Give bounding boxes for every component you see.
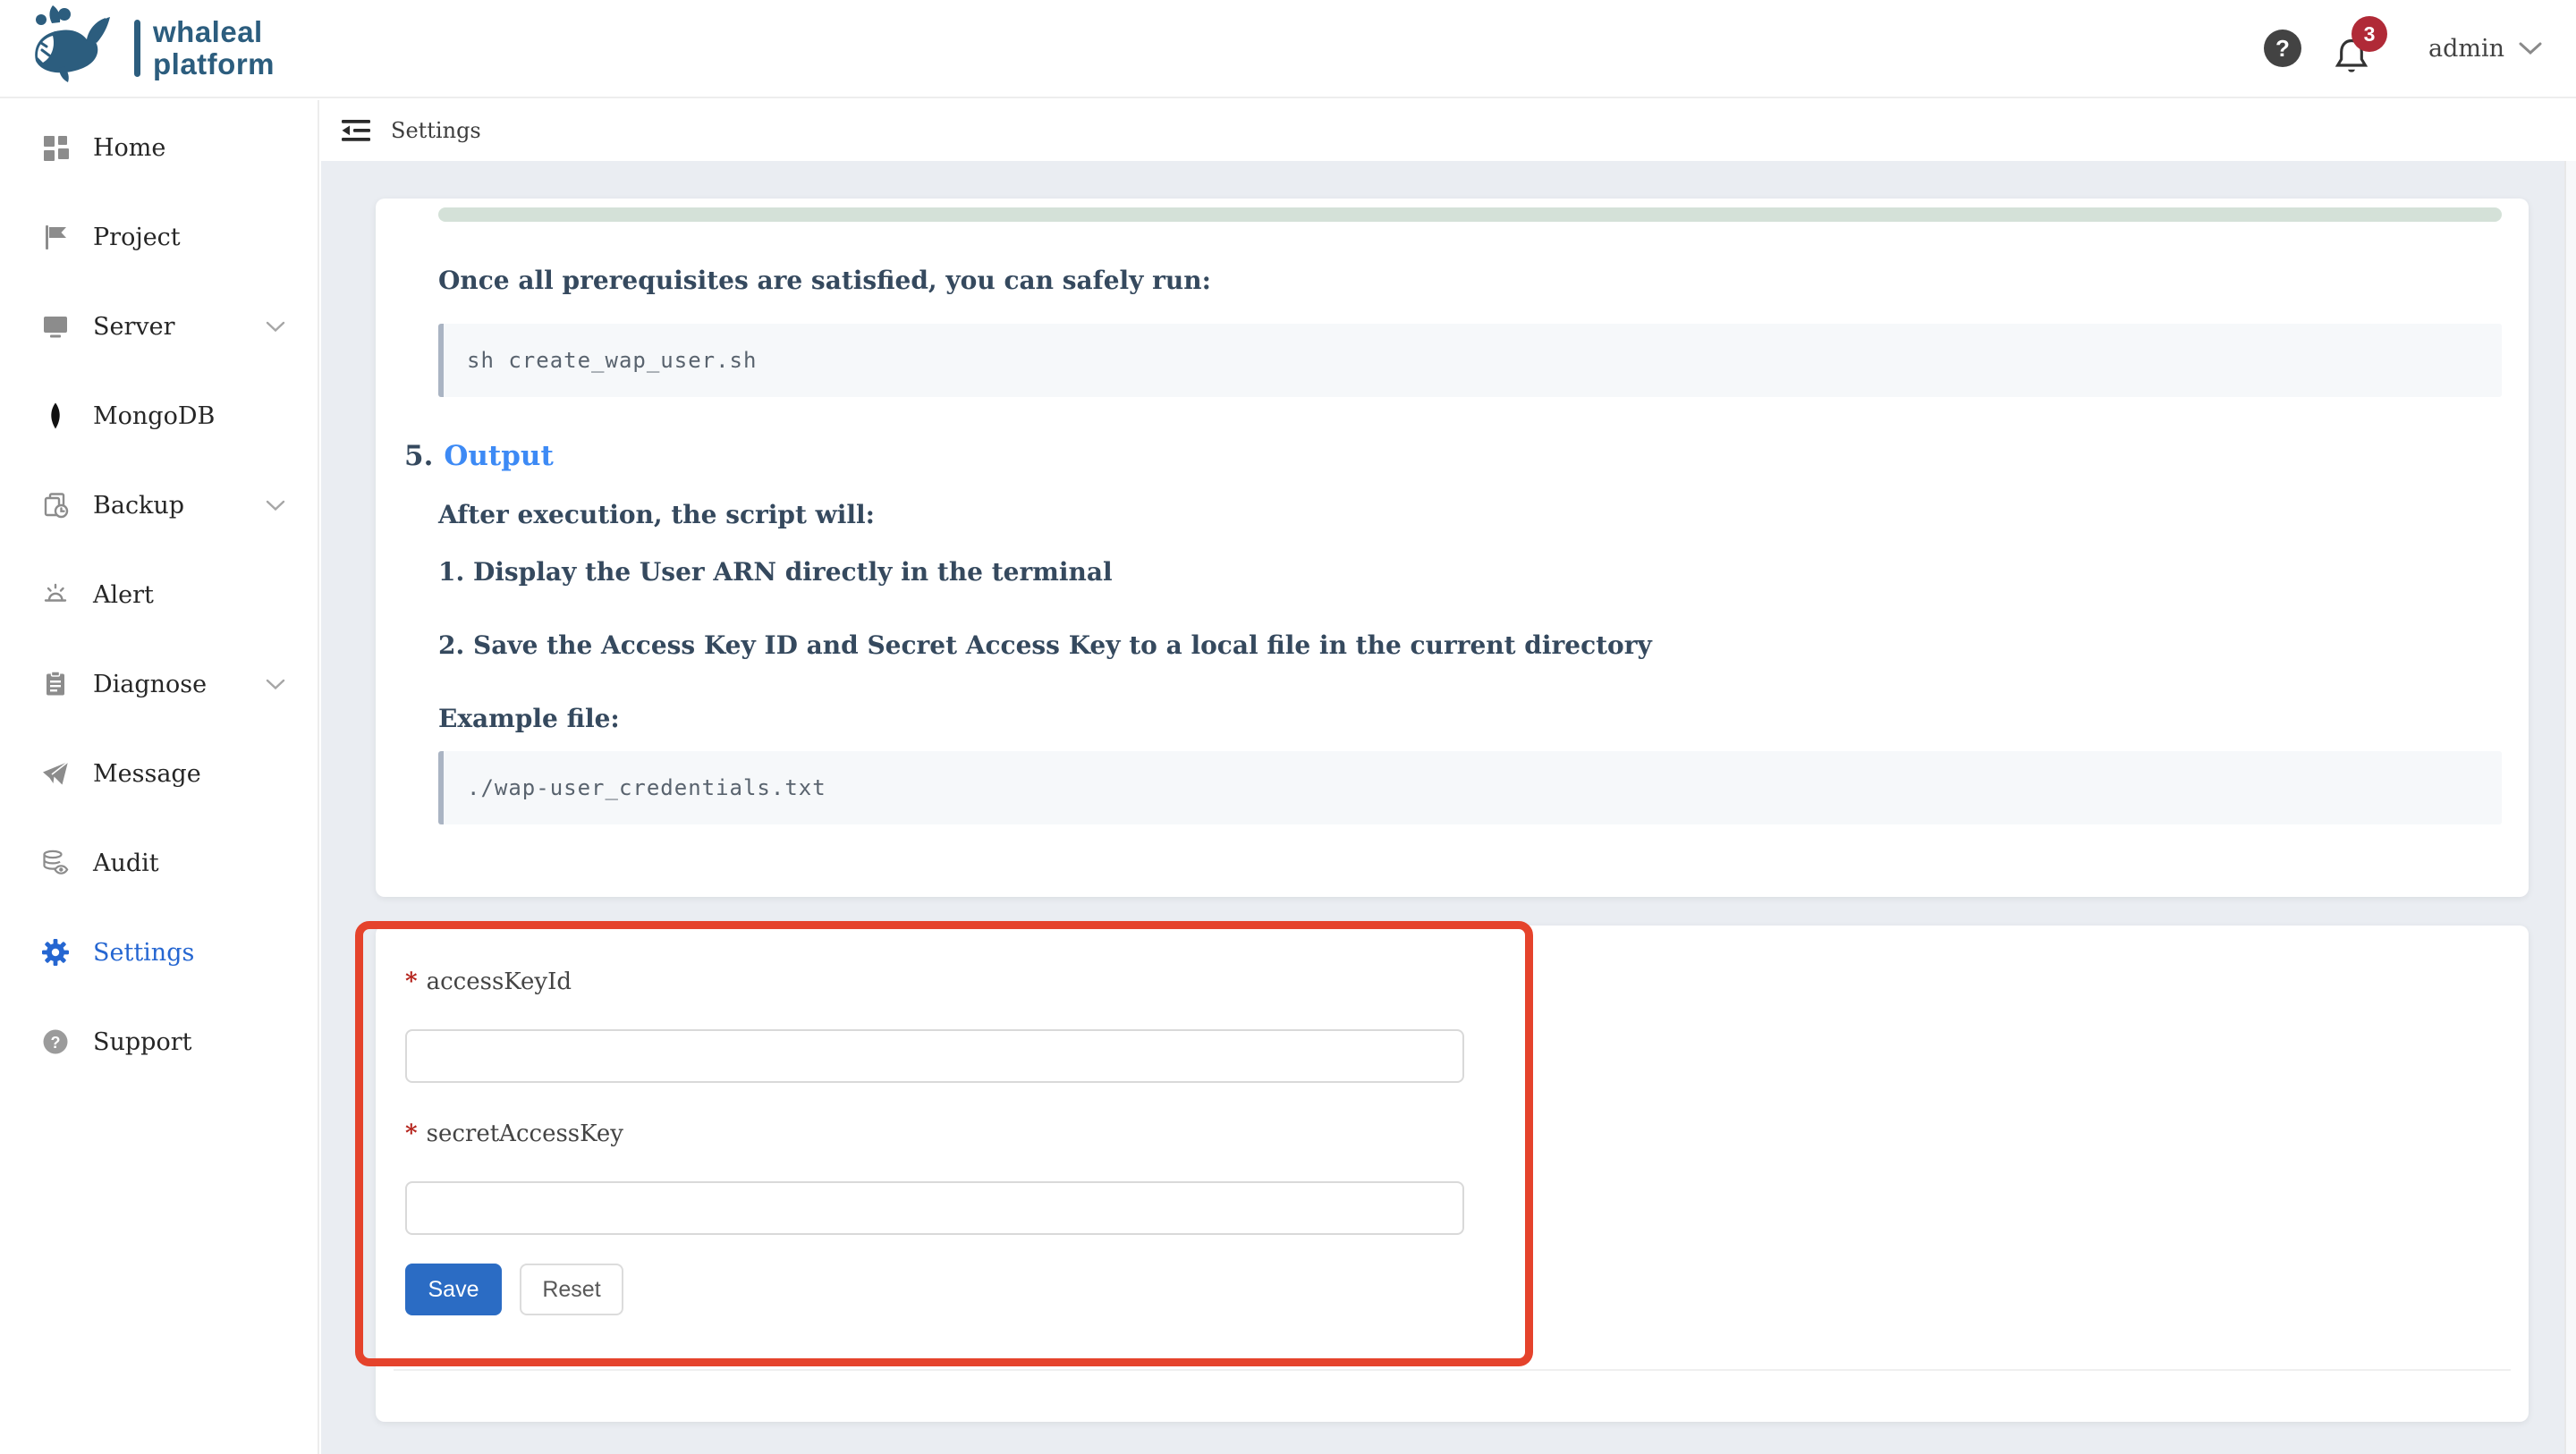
doc-paragraph: Once all prerequisites are satisfied, yo… xyxy=(438,265,2502,297)
documentation-card: Once all prerequisites are satisfied, yo… xyxy=(376,199,2529,897)
content-topbar: Settings xyxy=(321,100,2576,161)
app-header: whaleal platform ? 3 admin xyxy=(0,0,2576,98)
backup-copy-icon xyxy=(41,491,70,520)
output-section-link[interactable]: Output xyxy=(444,440,553,472)
user-menu[interactable]: admin xyxy=(2428,35,2542,63)
section-number: 5. xyxy=(404,440,433,472)
code-text: ./wap-user_credentials.txt xyxy=(467,775,826,800)
sidebar-item-label: MongoDB xyxy=(93,402,215,430)
menu-fold-icon[interactable] xyxy=(341,117,371,144)
page-title: Settings xyxy=(391,118,481,143)
chevron-down-icon xyxy=(266,321,285,333)
required-marker: * xyxy=(405,1120,418,1147)
form-divider xyxy=(394,1369,2511,1371)
doc-paragraph: Example file: xyxy=(438,703,2502,735)
sidebar-item-label: Project xyxy=(93,224,181,251)
logo-divider xyxy=(134,20,140,77)
access-key-id-label: * accessKeyId xyxy=(405,967,2529,997)
paper-plane-icon xyxy=(41,759,70,788)
secret-access-key-input[interactable] xyxy=(405,1181,1464,1235)
save-button[interactable]: Save xyxy=(405,1264,502,1315)
brand-line2: platform xyxy=(153,48,275,80)
truncated-success-block xyxy=(438,207,2502,222)
help-icon[interactable]: ? xyxy=(2264,30,2301,67)
sidebar: Home Project Server xyxy=(0,100,319,1454)
header-actions: ? 3 admin xyxy=(2264,23,2576,73)
sidebar-item-label: Audit xyxy=(93,850,159,877)
username: admin xyxy=(2428,35,2504,63)
sidebar-item-settings[interactable]: Settings xyxy=(0,908,318,997)
scrollbar-track[interactable] xyxy=(2564,161,2576,1454)
sidebar-item-label: Backup xyxy=(93,492,184,520)
brand-name: whaleal platform xyxy=(153,16,275,80)
whale-logo-icon xyxy=(25,4,122,93)
question-glyph: ? xyxy=(51,1034,61,1052)
flag-icon xyxy=(41,223,70,251)
code-block: sh create_wap_user.sh xyxy=(438,324,2502,397)
doc-paragraph: After execution, the script will: xyxy=(438,499,2502,531)
app-root: whaleal platform ? 3 admin xyxy=(0,0,2576,1454)
sidebar-item-alert[interactable]: Alert xyxy=(0,550,318,639)
notifications-button[interactable]: 3 xyxy=(2332,23,2375,73)
chevron-down-icon xyxy=(266,679,285,690)
monitor-icon xyxy=(41,312,70,341)
sidebar-item-label: Support xyxy=(93,1028,191,1056)
required-marker: * xyxy=(405,968,418,995)
form-item-access-key-id: * accessKeyId xyxy=(405,967,2529,1083)
brand-logo: whaleal platform xyxy=(0,0,275,97)
field-label-text: accessKeyId xyxy=(427,968,572,995)
sidebar-item-project[interactable]: Project xyxy=(0,192,318,282)
sidebar-item-backup[interactable]: Backup xyxy=(0,461,318,550)
code-text: sh create_wap_user.sh xyxy=(467,348,757,373)
chevron-down-icon xyxy=(2519,41,2542,55)
gear-icon xyxy=(41,938,70,967)
access-key-id-input[interactable] xyxy=(405,1029,1464,1083)
doc-section-heading: 5. Output xyxy=(404,438,2502,474)
doc-list-item: 2. Save the Access Key ID and Secret Acc… xyxy=(438,630,2502,662)
doc-list-item: 1. Display the User ARN directly in the … xyxy=(438,556,2502,588)
sidebar-item-audit[interactable]: Audit xyxy=(0,818,318,908)
sidebar-item-label: Alert xyxy=(93,581,154,609)
sidebar-item-home[interactable]: Home xyxy=(0,103,318,192)
field-label-text: secretAccessKey xyxy=(427,1120,623,1147)
credentials-form-card: * accessKeyId * secretAccessKey Save Reset xyxy=(376,926,2529,1422)
sidebar-item-support[interactable]: ? Support xyxy=(0,997,318,1086)
sidebar-item-label: Message xyxy=(93,760,201,788)
content-scroll-area: Once all prerequisites are satisfied, yo… xyxy=(321,161,2576,1454)
sidebar-item-message[interactable]: Message xyxy=(0,729,318,818)
question-circle-icon: ? xyxy=(41,1027,70,1056)
alarm-icon xyxy=(41,580,70,609)
main-content: Settings Once all prerequisites are sati… xyxy=(321,100,2576,1454)
clipboard-icon xyxy=(41,670,70,698)
notification-badge: 3 xyxy=(2351,16,2387,52)
form-item-secret-access-key: * secretAccessKey xyxy=(405,1119,2529,1235)
sidebar-item-mongodb[interactable]: MongoDB xyxy=(0,371,318,461)
sidebar-item-server[interactable]: Server xyxy=(0,282,318,371)
database-eye-icon xyxy=(41,849,70,877)
mongodb-leaf-icon xyxy=(41,402,70,430)
grid-icon xyxy=(41,133,70,162)
form-actions: Save Reset xyxy=(405,1264,2529,1315)
sidebar-item-label: Diagnose xyxy=(93,671,207,698)
sidebar-item-label: Home xyxy=(93,134,165,162)
reset-button[interactable]: Reset xyxy=(520,1264,623,1315)
credentials-form: * accessKeyId * secretAccessKey Save Reset xyxy=(376,926,2529,1315)
brand-line1: whaleal xyxy=(153,16,275,48)
secret-access-key-label: * secretAccessKey xyxy=(405,1119,2529,1149)
chevron-down-icon xyxy=(266,500,285,511)
code-block: ./wap-user_credentials.txt xyxy=(438,751,2502,824)
sidebar-item-label: Server xyxy=(93,313,175,341)
sidebar-item-diagnose[interactable]: Diagnose xyxy=(0,639,318,729)
sidebar-item-label: Settings xyxy=(93,939,194,967)
